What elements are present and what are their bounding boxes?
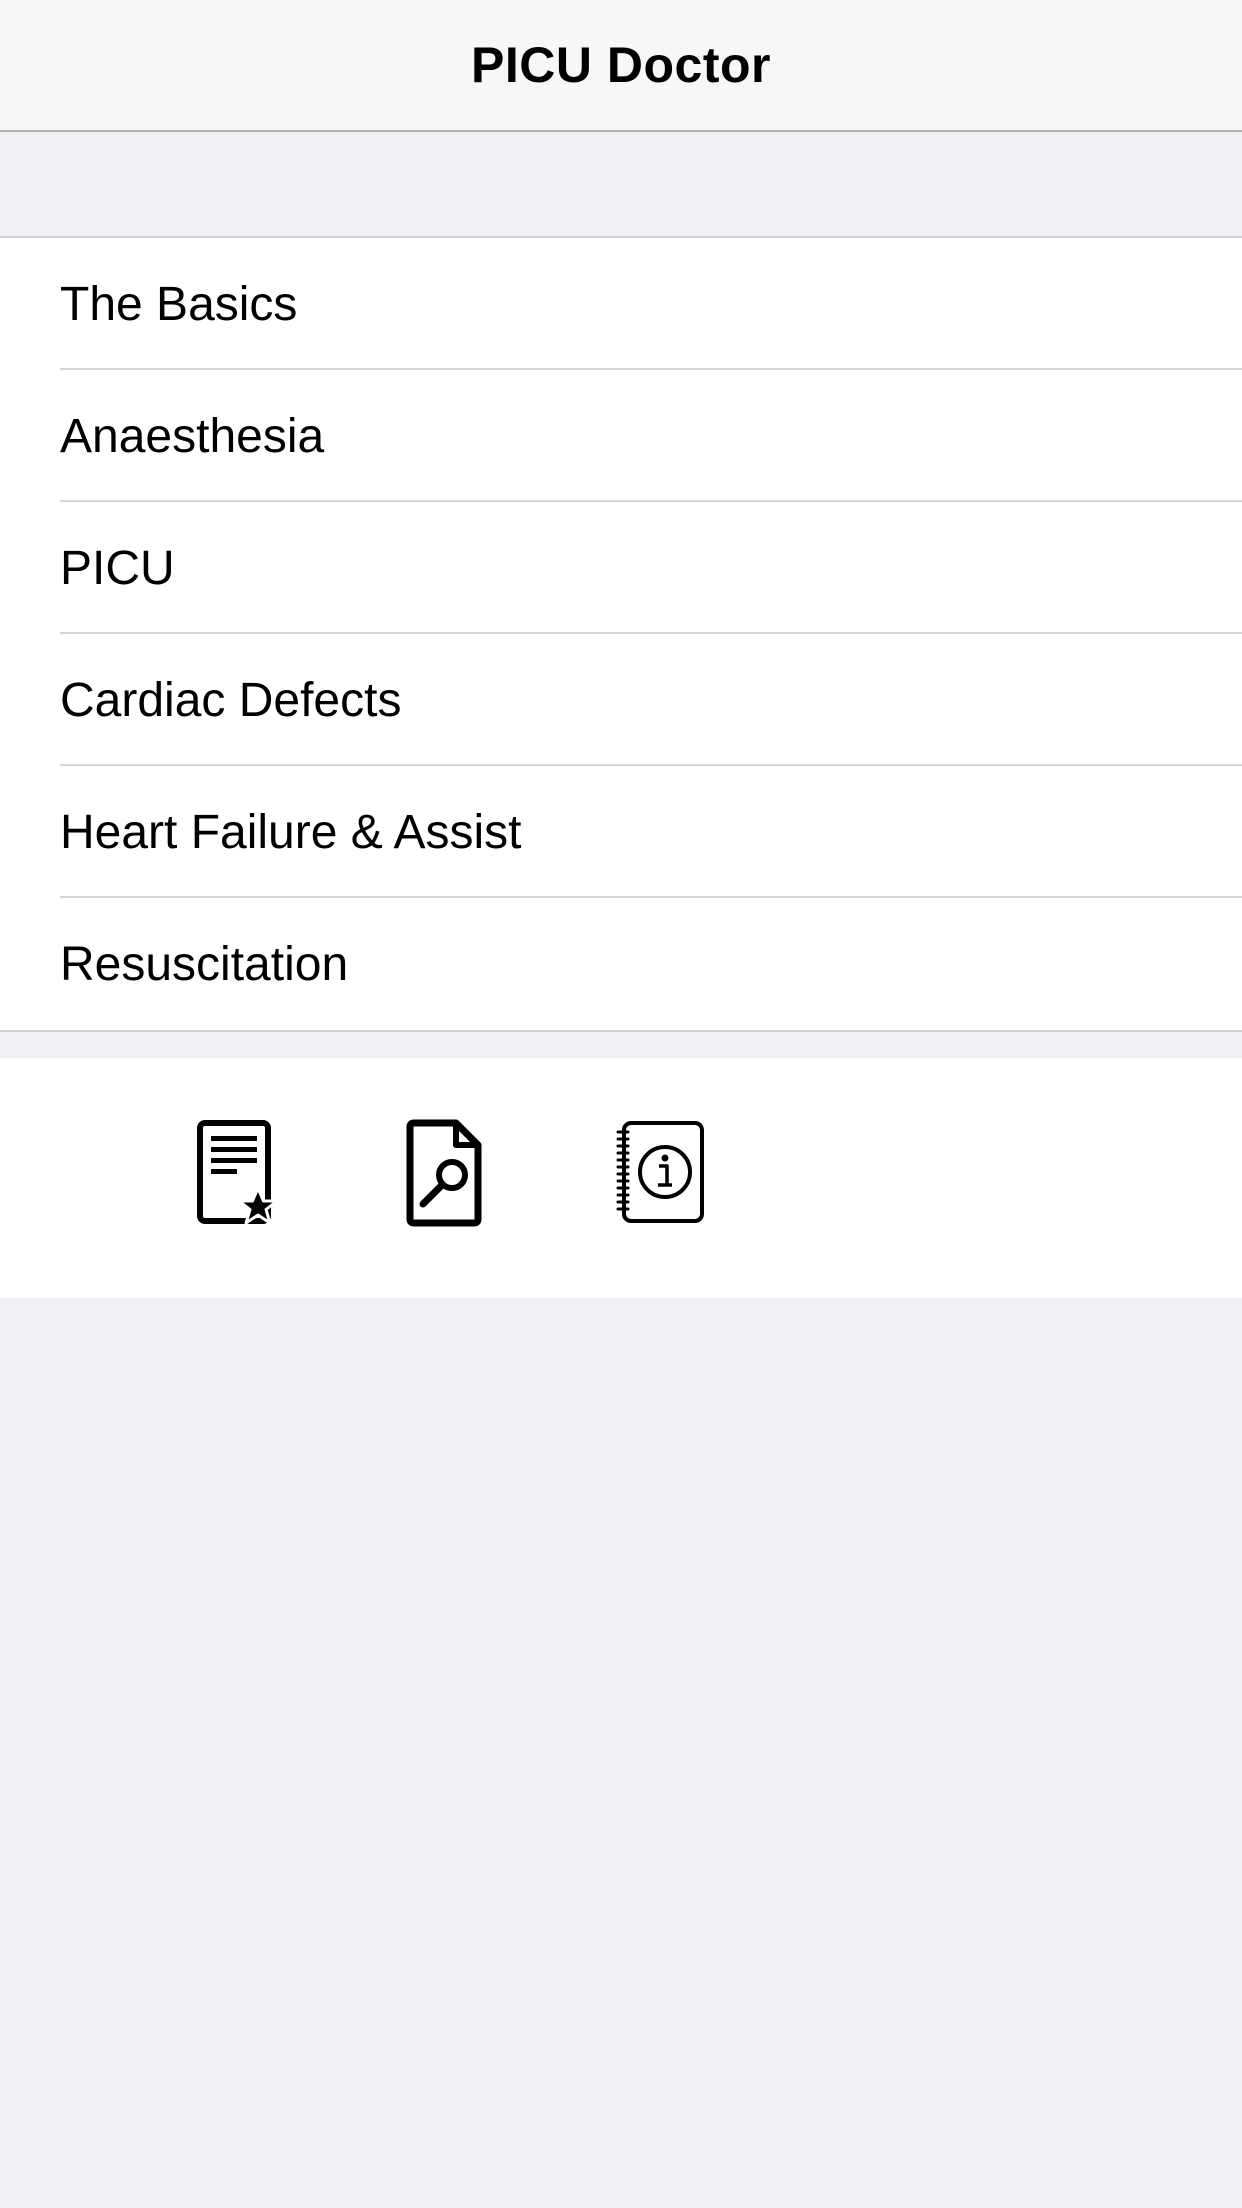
- menu-item-label: PICU: [60, 541, 175, 595]
- menu-item-resuscitation[interactable]: Resuscitation: [0, 898, 1242, 1030]
- menu-item-anaesthesia[interactable]: Anaesthesia: [0, 370, 1242, 502]
- menu-item-label: The Basics: [60, 277, 298, 331]
- menu-list: The Basics Anaesthesia PICU Cardiac Defe…: [0, 236, 1242, 1032]
- menu-item-label: Anaesthesia: [60, 409, 325, 463]
- navigation-bar: PICU Doctor: [0, 0, 1242, 132]
- menu-item-cardiac-defects[interactable]: Cardiac Defects: [0, 634, 1242, 766]
- search-document-icon[interactable]: [396, 1118, 496, 1228]
- favorites-document-icon[interactable]: [188, 1118, 288, 1228]
- info-notebook-icon[interactable]: [614, 1118, 714, 1228]
- menu-item-the-basics[interactable]: The Basics: [0, 238, 1242, 370]
- menu-item-label: Heart Failure & Assist: [60, 805, 522, 859]
- page-title: PICU Doctor: [471, 37, 771, 93]
- bottom-toolbar: [0, 1058, 1242, 1298]
- menu-item-label: Cardiac Defects: [60, 673, 402, 727]
- menu-item-picu[interactable]: PICU: [0, 502, 1242, 634]
- menu-item-heart-failure-assist[interactable]: Heart Failure & Assist: [0, 766, 1242, 898]
- menu-item-label: Resuscitation: [60, 937, 349, 991]
